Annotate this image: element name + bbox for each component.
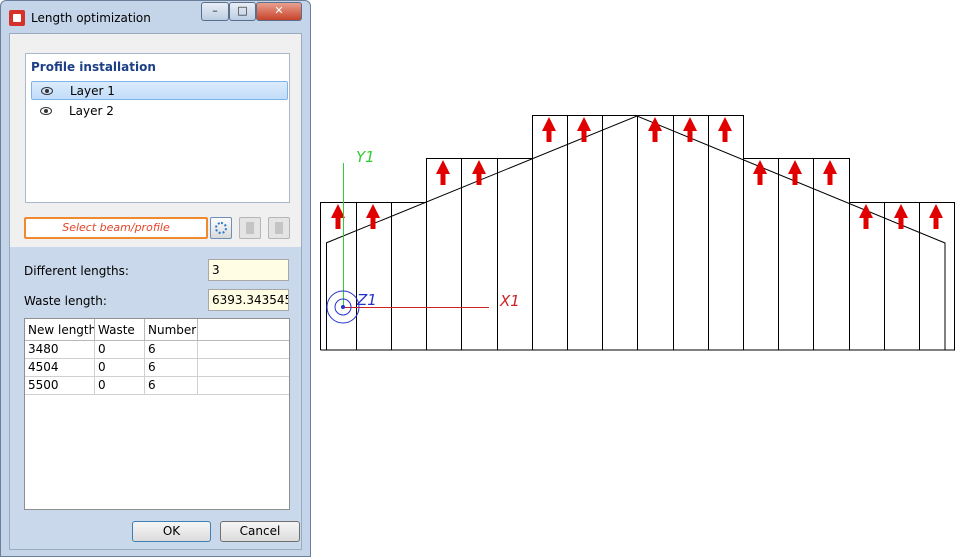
arrow-up-icon [788, 160, 802, 174]
arrow-shaft [792, 173, 798, 185]
z-axis-label: Z1 [356, 291, 377, 309]
dialog-client-area: Profile installation Layer 1 Layer 2 Sel… [9, 33, 302, 550]
arrow-shaft [687, 130, 693, 142]
column-header-waste[interactable]: Waste [95, 319, 145, 341]
y-axis-label: Y1 [356, 148, 375, 166]
table-cell[interactable]: 0 [95, 377, 145, 395]
arrow-up-icon [929, 204, 943, 218]
arrow-up-icon [366, 204, 380, 218]
arrow-up-icon [894, 204, 908, 218]
arrow-up-icon [472, 160, 486, 174]
arrow-up-icon [823, 160, 837, 174]
arrow-shaft [476, 173, 482, 185]
column-header-empty [198, 319, 289, 341]
arrow-shaft [652, 130, 658, 142]
lengths-table[interactable]: New length Waste Number 3480 0 6 4504 0 … [24, 318, 290, 510]
app-icon [9, 10, 25, 26]
arrow-shaft [370, 217, 376, 229]
waste-length-label: Waste length: [24, 294, 107, 308]
arrow-shaft [933, 217, 939, 229]
minimize-button[interactable]: – [201, 2, 229, 21]
coordinate-system: Y1 X1 Z1 [326, 148, 520, 324]
export-icon [275, 222, 283, 234]
lengths-section: Different lengths: 3 Waste length: 6393.… [10, 247, 301, 549]
arrow-shaft [722, 130, 728, 142]
gear-icon [215, 222, 227, 234]
layer-item-1[interactable]: Layer 1 [31, 81, 288, 100]
length-optimization-dialog: Length optimization – □ ✕ Profile instal… [0, 0, 311, 557]
roof-slope-line [325, 115, 946, 350]
arrow-shaft [863, 217, 869, 229]
cad-drawing-viewport[interactable]: Y1 X1 Z1 [315, 0, 961, 559]
table-cell[interactable]: 3480 [25, 341, 95, 359]
layer-item-2[interactable]: Layer 2 [31, 102, 288, 121]
waste-length-field[interactable]: 6393.3435453 [208, 289, 289, 311]
close-button[interactable]: ✕ [256, 2, 302, 21]
x-axis-label: X1 [499, 292, 520, 310]
layer-label: Layer 2 [69, 104, 114, 118]
arrow-up-icon [718, 117, 732, 131]
arrow-up-icon [859, 204, 873, 218]
arrow-up-icon [331, 204, 345, 218]
arrow-up-icon [683, 117, 697, 131]
arrow-shaft [440, 173, 446, 185]
arrow-shaft [335, 217, 341, 229]
different-lengths-label: Different lengths: [24, 264, 129, 278]
arrow-up-icon [753, 160, 767, 174]
profile-installation-header: Profile installation [31, 60, 156, 74]
export-button[interactable] [268, 217, 290, 239]
table-cell[interactable]: 0 [95, 359, 145, 377]
column-header-new-length[interactable]: New length [25, 319, 95, 341]
eye-icon[interactable] [41, 87, 53, 95]
table-cell[interactable]: 4504 [25, 359, 95, 377]
cancel-button[interactable]: Cancel [220, 521, 300, 542]
eye-icon[interactable] [40, 107, 52, 115]
profile-layout [320, 115, 955, 351]
arrow-up-icon [436, 160, 450, 174]
dialog-title: Length optimization [31, 11, 151, 25]
arrow-up-icon [648, 117, 662, 131]
trash-icon [246, 222, 254, 234]
optimize-button[interactable] [210, 217, 232, 239]
arrow-shaft [827, 173, 833, 185]
table-cell[interactable]: 6 [145, 359, 198, 377]
table-cell [198, 341, 289, 359]
title-bar[interactable]: Length optimization – □ ✕ [1, 1, 310, 34]
layer-label: Layer 1 [70, 84, 115, 98]
arrow-up-icon [542, 117, 556, 131]
delete-button[interactable] [239, 217, 261, 239]
column-header-number[interactable]: Number [145, 319, 198, 341]
table-cell[interactable]: 0 [95, 341, 145, 359]
maximize-button[interactable]: □ [229, 2, 256, 21]
different-lengths-field[interactable]: 3 [208, 259, 289, 281]
table-cell [198, 377, 289, 395]
profile-installation-panel: Profile installation Layer 1 Layer 2 [25, 53, 290, 203]
arrow-shaft [757, 173, 763, 185]
arrow-up-icon [577, 117, 591, 131]
table-cell[interactable]: 6 [145, 341, 198, 359]
ok-button[interactable]: OK [132, 521, 211, 542]
table-cell[interactable]: 6 [145, 377, 198, 395]
select-beam-profile-button[interactable]: Select beam/profile [24, 217, 208, 239]
table-cell [198, 359, 289, 377]
arrow-shaft [581, 130, 587, 142]
arrow-shaft [546, 130, 552, 142]
arrow-shaft [898, 217, 904, 229]
origin-dot-icon [341, 305, 345, 309]
table-cell[interactable]: 5500 [25, 377, 95, 395]
